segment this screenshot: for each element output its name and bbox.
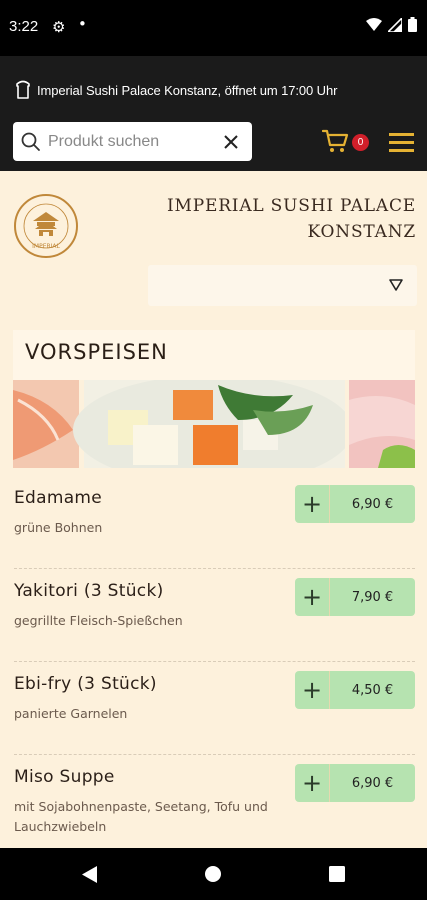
restaurant-name-line1: IMPERIAL SUSHI PALACE	[167, 196, 416, 216]
menu-item: Yakitori (3 Stück) gegrillte Fleisch-Spi…	[0, 569, 427, 662]
item-name: Miso Suppe	[14, 767, 115, 787]
plus-icon: +	[301, 490, 323, 518]
restaurant-logo: IMPERIAL	[14, 194, 78, 258]
item-description: mit Sojabohnenpaste, Seetang, Tofu und L…	[14, 799, 268, 834]
item-name: Ebi-fry (3 Stück)	[14, 674, 157, 694]
shop-icon	[16, 80, 30, 99]
settings-icon: ⚙	[52, 18, 66, 36]
cart-icon[interactable]	[322, 128, 350, 154]
section-header: VORSPEISEN	[13, 330, 415, 380]
item-name: Yakitori (3 Stück)	[14, 581, 164, 601]
status-time: 3:22	[9, 18, 39, 35]
section-banner-image	[13, 380, 415, 468]
item-name: Edamame	[14, 488, 103, 508]
opening-info-text: Imperial Sushi Palace Konstanz, öffnet u…	[37, 82, 338, 98]
triangle-down-icon	[389, 279, 403, 291]
plus-icon: +	[301, 583, 323, 611]
search-input[interactable]	[48, 132, 218, 151]
close-icon[interactable]	[220, 131, 242, 153]
home-icon[interactable]	[204, 865, 222, 883]
restaurant-name-line2: KONSTANZ	[307, 222, 416, 242]
add-to-cart-button[interactable]: + 7,90 €	[295, 578, 415, 616]
item-description: panierte Garnelen	[14, 706, 128, 721]
menu-item: Miso Suppe mit Sojabohnenpaste, Seetang,…	[0, 755, 427, 848]
item-price: 4,50 €	[351, 682, 394, 698]
menu-item: Ebi-fry (3 Stück) panierte Garnelen + 4,…	[0, 662, 427, 755]
add-to-cart-button[interactable]: + 6,90 €	[295, 764, 415, 802]
item-description: grüne Bohnen	[14, 520, 103, 535]
logo-text: IMPERIAL	[32, 243, 60, 250]
app-header: Imperial Sushi Palace Konstanz, öffnet u…	[0, 56, 427, 171]
item-price: 7,90 €	[351, 589, 394, 605]
battery-icon	[408, 17, 417, 32]
item-price: 6,90 €	[351, 496, 394, 512]
restaurant-name: IMPERIAL SUSHI PALACE KONSTANZ	[167, 193, 416, 245]
add-to-cart-button[interactable]: + 6,90 €	[295, 485, 415, 523]
status-bar: 3:22 ⚙ •	[0, 0, 427, 56]
plus-icon: +	[301, 676, 323, 704]
item-description: gegrillte Fleisch-Spießchen	[14, 613, 183, 628]
recents-icon[interactable]	[329, 866, 345, 882]
plus-icon: +	[301, 769, 323, 797]
hamburger-menu-icon[interactable]	[389, 133, 414, 152]
search-icon	[21, 132, 40, 151]
cellular-icon	[388, 17, 402, 32]
search-bar[interactable]	[13, 122, 252, 161]
notification-dot-icon: •	[78, 15, 87, 33]
system-navigation-bar	[0, 848, 427, 900]
section-title: VORSPEISEN	[25, 340, 168, 364]
menu-items-list: Edamame grüne Bohnen + 6,90 € Yakitori (…	[0, 476, 427, 848]
menu-content: IMPERIAL IMPERIAL SUSHI PALACE KONSTANZ …	[0, 171, 427, 848]
status-indicators	[366, 17, 417, 32]
category-select[interactable]	[148, 265, 417, 306]
item-price: 6,90 €	[351, 775, 394, 791]
menu-item: Edamame grüne Bohnen + 6,90 €	[0, 476, 427, 569]
back-icon[interactable]	[81, 865, 98, 884]
add-to-cart-button[interactable]: + 4,50 €	[295, 671, 415, 709]
cart-count-badge: 0	[352, 134, 369, 151]
wifi-icon	[366, 17, 382, 31]
opening-info: Imperial Sushi Palace Konstanz, öffnet u…	[14, 80, 337, 100]
